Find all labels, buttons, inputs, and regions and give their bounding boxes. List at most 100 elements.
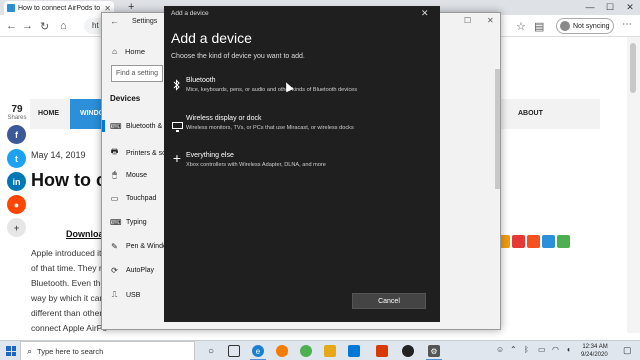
settings-maximize-icon[interactable]: ☐ — [464, 16, 471, 25]
download-link[interactable]: Downloa — [66, 229, 104, 239]
dialog-window-title: Add a device — [171, 10, 209, 17]
home-icon[interactable]: ⌂ — [60, 20, 67, 32]
reddit-share-icon[interactable]: ● — [7, 195, 26, 214]
sidebar-item-label: Bluetooth & — [126, 123, 163, 130]
task-view-icon[interactable] — [228, 345, 240, 357]
sidebar-item-label: Typing — [126, 219, 147, 226]
sidebar-item-usb[interactable]: ⎍ USB — [110, 290, 141, 300]
notification-center-icon[interactable]: ▢ — [623, 345, 632, 356]
settings-section-title: Devices — [110, 94, 141, 103]
more-menu-icon[interactable]: ⋯ — [622, 19, 632, 30]
volume-icon[interactable]: ◖ — [566, 345, 571, 354]
profile-avatar-icon — [560, 21, 570, 31]
clock-time: 12:34 AM — [582, 344, 608, 350]
taskbar-clock[interactable]: 12:34 AM 9/24/2020 — [581, 343, 608, 359]
page-scrollbar-thumb[interactable] — [630, 43, 636, 93]
settings-scrollbar[interactable] — [495, 69, 500, 189]
bluetooth-devices-icon: ⌨ — [110, 122, 122, 131]
sidebar-item-label: USB — [126, 291, 141, 299]
share-count-label: Shares — [7, 115, 27, 121]
favorites-star-icon[interactable]: ☆ — [516, 20, 526, 33]
find-setting-input[interactable]: Find a setting — [111, 65, 163, 82]
settings-home-label: Home — [125, 47, 146, 56]
browser-maximize-button[interactable]: ☐ — [600, 0, 620, 15]
forward-arrow-icon[interactable]: → — [22, 20, 33, 32]
taskbar-search-placeholder: Type here to search — [37, 346, 104, 356]
settings-gear-icon[interactable]: ⚙ — [428, 345, 440, 357]
sidebar-item-touchpad[interactable]: ▭ Touchpad — [110, 194, 157, 203]
tab-title: How to connect AirPods to Windo — [18, 4, 101, 12]
pen-icon: ✎ — [111, 242, 118, 251]
sync-status-button[interactable]: Not syncing — [556, 18, 614, 34]
dialog-close-icon[interactable]: ✕ — [421, 8, 429, 19]
paragraph-line: different than others — [31, 308, 107, 318]
paragraph-line: way by which it can — [31, 293, 105, 303]
clock-date: 9/24/2020 — [581, 352, 608, 358]
nav-home-link[interactable]: HOME — [38, 110, 59, 117]
settings-title: Settings — [132, 18, 158, 25]
more-share-icon[interactable]: + — [7, 218, 26, 237]
refresh-icon[interactable]: ↻ — [40, 20, 49, 33]
taskbar-search-box[interactable]: ⌕ Type here to search — [20, 341, 195, 360]
touchpad-icon: ▭ — [110, 194, 119, 203]
sidebar-item-pen[interactable]: ✎ Pen & Windo — [110, 242, 167, 251]
twitter-share-icon[interactable]: t — [7, 149, 26, 168]
sidebar-item-label: AutoPlay — [126, 267, 155, 274]
option-description: Wireless monitors, TVs, or PCs that use … — [186, 125, 354, 131]
network-icon[interactable]: ◠ — [552, 345, 559, 354]
collections-icon[interactable]: ▤ — [534, 20, 544, 33]
share-count-number: 79 — [11, 104, 23, 115]
store-icon[interactable] — [348, 345, 360, 357]
sidebar-item-label: Printers & sc — [126, 149, 166, 157]
settings-close-icon[interactable]: ✕ — [487, 16, 494, 25]
sidebar-item-autoplay[interactable]: ⟳ AutoPlay — [110, 266, 154, 275]
sidebar-item-label: Touchpad — [126, 195, 157, 202]
option-everything-else[interactable]: + Everything else Xbox controllers with … — [168, 150, 434, 178]
selected-item-indicator — [102, 120, 105, 132]
post-title: How to c — [31, 170, 106, 190]
file-explorer-icon[interactable] — [324, 345, 336, 357]
back-arrow-icon[interactable]: ← — [6, 20, 17, 32]
tray-people-icon[interactable]: ☺ — [496, 345, 504, 354]
browser-minimize-button[interactable]: — — [580, 0, 600, 15]
nav-about-link[interactable]: ABOUT — [518, 110, 543, 117]
settings-back-icon[interactable]: ← — [110, 16, 119, 26]
keyboard-icon: ⌨ — [110, 218, 122, 227]
cancel-button[interactable]: Cancel — [352, 293, 426, 309]
sidebar-item-mouse[interactable]: 🖱 Mouse — [110, 170, 147, 180]
youtube-icon[interactable] — [512, 235, 525, 248]
battery-icon[interactable]: ▭ — [538, 345, 546, 354]
sidebar-item-label: Mouse — [126, 171, 148, 179]
browser-close-button[interactable]: ✕ — [620, 0, 640, 15]
option-title: Wireless display or dock — [186, 115, 262, 122]
settings-home-link[interactable]: ⌂ Home — [110, 47, 145, 56]
linkedin-share-icon[interactable]: in — [7, 172, 26, 191]
dialog-titlebar: Add a device ✕ — [164, 6, 440, 22]
sidebar-item-printers[interactable]: 🖶 Printers & sc — [110, 146, 166, 160]
cortana-icon[interactable]: ○ — [205, 345, 217, 357]
facebook-share-icon[interactable]: f — [7, 125, 26, 144]
media-player-icon[interactable] — [402, 345, 414, 357]
show-hidden-icons-icon[interactable]: ⌃ — [510, 345, 517, 354]
bluetooth-tray-icon[interactable]: ᛒ — [524, 345, 529, 354]
feed-icon[interactable] — [527, 235, 540, 248]
option-description: Xbox controllers with Wireless Adapter, … — [186, 162, 326, 168]
share-network-icon[interactable] — [557, 235, 570, 248]
mouse-icon: 🖱 — [112, 170, 117, 179]
dialog-subheading: Choose the kind of device you want to ad… — [171, 53, 305, 60]
sidebar-item-bluetooth[interactable]: ⌨ Bluetooth & — [110, 122, 162, 131]
email-icon[interactable] — [542, 235, 555, 248]
office-icon[interactable] — [376, 345, 388, 357]
windows-start-icon[interactable] — [6, 346, 16, 356]
sync-label: Not syncing — [573, 22, 610, 30]
option-bluetooth[interactable]: Bluetooth Mice, keyboards, pens, or audi… — [168, 77, 434, 103]
chrome-icon[interactable] — [300, 345, 312, 357]
home-icon: ⌂ — [112, 47, 117, 56]
firefox-icon[interactable] — [276, 345, 288, 357]
edge-browser-icon[interactable]: e — [252, 345, 264, 357]
option-wireless-display[interactable]: Wireless display or dock Wireless monito… — [168, 115, 434, 141]
paragraph-line: Bluetooth. Even tho — [31, 278, 106, 288]
browser-tab[interactable]: How to connect AirPods to Windo ✕ — [4, 1, 114, 15]
sidebar-item-typing[interactable]: ⌨ Typing — [110, 218, 147, 227]
usb-icon: ⎍ — [111, 290, 118, 299]
